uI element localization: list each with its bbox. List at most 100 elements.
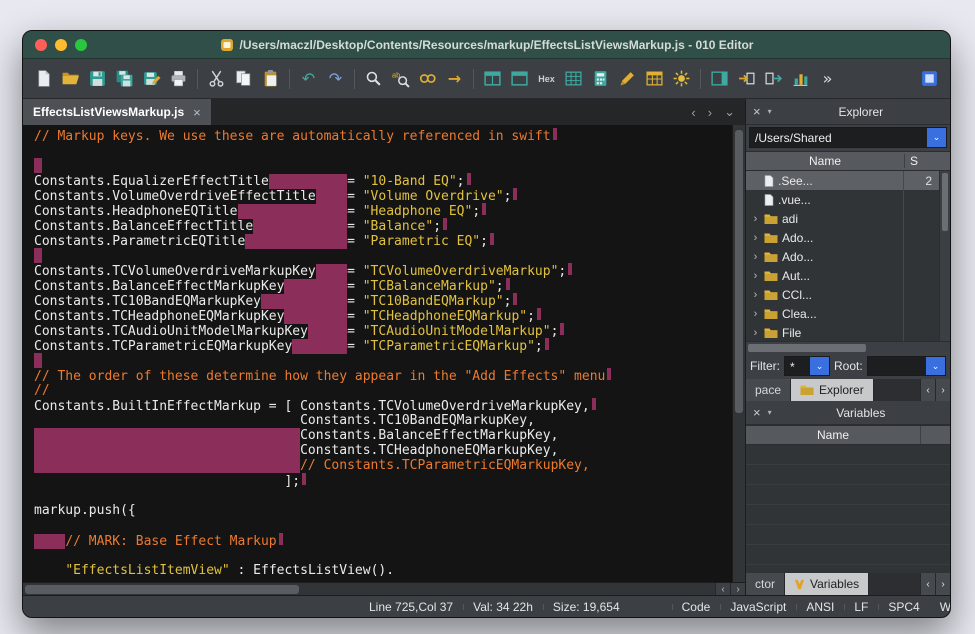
status-value[interactable]: Val: 34 22h (463, 600, 543, 614)
horizontal-scrollbar-thumb[interactable] (25, 585, 299, 594)
root-value[interactable] (868, 357, 926, 375)
status-tab-size[interactable]: SPC4 (878, 600, 929, 614)
open-folder-icon[interactable] (58, 66, 83, 91)
editor-vertical-scrollbar[interactable] (732, 125, 745, 582)
tab-list-icon[interactable]: ⌄ (724, 104, 735, 120)
explorer-close-icon[interactable]: × (753, 104, 761, 119)
calculator-icon[interactable] (588, 66, 613, 91)
status-linebreaks[interactable]: LF (844, 600, 878, 614)
explorer-menu-icon[interactable]: ▾ (768, 107, 772, 116)
minimize-window-button[interactable] (55, 39, 67, 51)
expand-chevron-icon[interactable]: › (751, 270, 760, 282)
status-size[interactable]: Size: 19,654 (543, 600, 630, 614)
file-row[interactable]: ›Aut... (746, 266, 950, 285)
window-new-icon[interactable] (507, 66, 532, 91)
column-header-name[interactable]: Name (746, 154, 904, 168)
save-icon[interactable] (85, 66, 110, 91)
filter-value[interactable]: * (785, 357, 810, 375)
close-window-button[interactable] (35, 39, 47, 51)
strip-scroll-left-icon[interactable]: ‹ (920, 379, 935, 401)
expand-chevron-icon[interactable]: › (751, 289, 760, 301)
file-row[interactable]: ›File (746, 323, 950, 341)
file-row[interactable]: ›Ado... (746, 247, 950, 266)
status-encoding[interactable]: ANSI (796, 600, 844, 614)
root-dropdown-icon[interactable]: ⌄ (926, 357, 945, 375)
variables-close-icon[interactable]: × (753, 405, 761, 420)
scroll-right-icon[interactable]: › (730, 583, 745, 595)
find-replace-icon[interactable]: ab (388, 66, 413, 91)
tab-scroll-left-icon[interactable]: ‹ (691, 105, 695, 120)
window-split-icon[interactable] (480, 66, 505, 91)
root-combobox[interactable]: ⌄ (867, 356, 946, 376)
find-icon[interactable] (361, 66, 386, 91)
tab-scroll-right-icon[interactable]: › (708, 105, 712, 120)
panel-icon[interactable] (707, 66, 732, 91)
variables-list[interactable] (746, 445, 950, 573)
expand-chevron-icon[interactable]: › (751, 213, 760, 225)
column-header-size[interactable]: S (904, 154, 950, 168)
blue-box-icon[interactable] (917, 66, 942, 91)
import-icon[interactable] (734, 66, 759, 91)
status-word-wrap[interactable]: W (930, 600, 951, 614)
tab-inspector[interactable]: ctor (746, 573, 785, 595)
pencil-icon[interactable] (615, 66, 640, 91)
table-icon[interactable] (642, 66, 667, 91)
editor-horizontal-scrollbar[interactable]: ‹ › (23, 582, 745, 595)
strip-scroll-right-icon[interactable]: › (935, 379, 950, 401)
paste-icon[interactable] (258, 66, 283, 91)
save-as-icon[interactable] (139, 66, 164, 91)
expand-chevron-icon[interactable]: › (751, 251, 760, 263)
file-row[interactable]: ›adi (746, 209, 950, 228)
status-edit-mode[interactable]: Code (672, 600, 721, 614)
file-list-horizontal-scrollbar[interactable] (746, 341, 950, 353)
tab-close-icon[interactable]: × (193, 105, 201, 120)
tab-effectslistviewsmarkup[interactable]: EffectsListViewsMarkup.js × (23, 99, 211, 125)
print-icon[interactable] (166, 66, 191, 91)
tab-explorer[interactable]: Explorer (791, 379, 874, 401)
filter-combobox[interactable]: * ⌄ (784, 356, 830, 376)
path-combobox[interactable]: /Users/Shared ⌄ (749, 127, 947, 148)
file-row[interactable]: ›Ado... (746, 228, 950, 247)
tab-workspace[interactable]: pace (746, 379, 791, 401)
file-list-hscroll-thumb[interactable] (748, 344, 866, 352)
file-list-scrollbar-thumb[interactable] (942, 173, 948, 231)
hex-mode-icon[interactable]: Hex (534, 66, 559, 91)
variables-menu-icon[interactable]: ▾ (768, 408, 772, 417)
file-row[interactable]: ›Clea... (746, 304, 950, 323)
strip2-scroll-left-icon[interactable]: ‹ (920, 573, 935, 595)
copy-icon[interactable] (231, 66, 256, 91)
goto-icon[interactable]: → (442, 66, 467, 91)
path-value[interactable]: /Users/Shared (750, 128, 927, 147)
file-row[interactable]: .vue... (746, 190, 950, 209)
column-divider[interactable] (903, 171, 904, 341)
status-line-col[interactable]: Line 725,Col 37 (359, 600, 463, 614)
chart-icon[interactable] (788, 66, 813, 91)
grid-icon[interactable] (561, 66, 586, 91)
path-dropdown-icon[interactable]: ⌄ (927, 128, 946, 147)
file-row[interactable]: .See...2 (746, 171, 950, 190)
expand-chevron-icon[interactable]: › (751, 308, 760, 320)
more-icon[interactable]: » (815, 66, 840, 91)
filter-dropdown-icon[interactable]: ⌄ (810, 357, 829, 375)
cut-icon[interactable] (204, 66, 229, 91)
highlight-icon[interactable] (669, 66, 694, 91)
redo-icon[interactable]: ↷ (323, 66, 348, 91)
expand-chevron-icon[interactable]: › (751, 327, 760, 339)
variables-column-header-name[interactable]: Name (746, 428, 920, 442)
status-language[interactable]: JavaScript (720, 600, 796, 614)
file-row[interactable]: ›CCl... (746, 285, 950, 304)
save-all-icon[interactable] (112, 66, 137, 91)
code-area[interactable]: // Markup keys. We use these are automat… (23, 125, 732, 582)
titlebar[interactable]: /Users/maczl/Desktop/Contents/Resources/… (23, 31, 950, 59)
zoom-window-button[interactable] (75, 39, 87, 51)
strip2-scroll-right-icon[interactable]: › (935, 573, 950, 595)
export-icon[interactable] (761, 66, 786, 91)
undo-icon[interactable]: ↶ (296, 66, 321, 91)
new-file-icon[interactable] (31, 66, 56, 91)
file-list-scrollbar[interactable] (939, 171, 950, 341)
vertical-scrollbar-thumb[interactable] (735, 130, 743, 413)
tab-variables[interactable]: Variables (785, 573, 869, 595)
find-in-files-icon[interactable] (415, 66, 440, 91)
expand-chevron-icon[interactable]: › (751, 232, 760, 244)
scroll-left-icon[interactable]: ‹ (715, 583, 730, 595)
